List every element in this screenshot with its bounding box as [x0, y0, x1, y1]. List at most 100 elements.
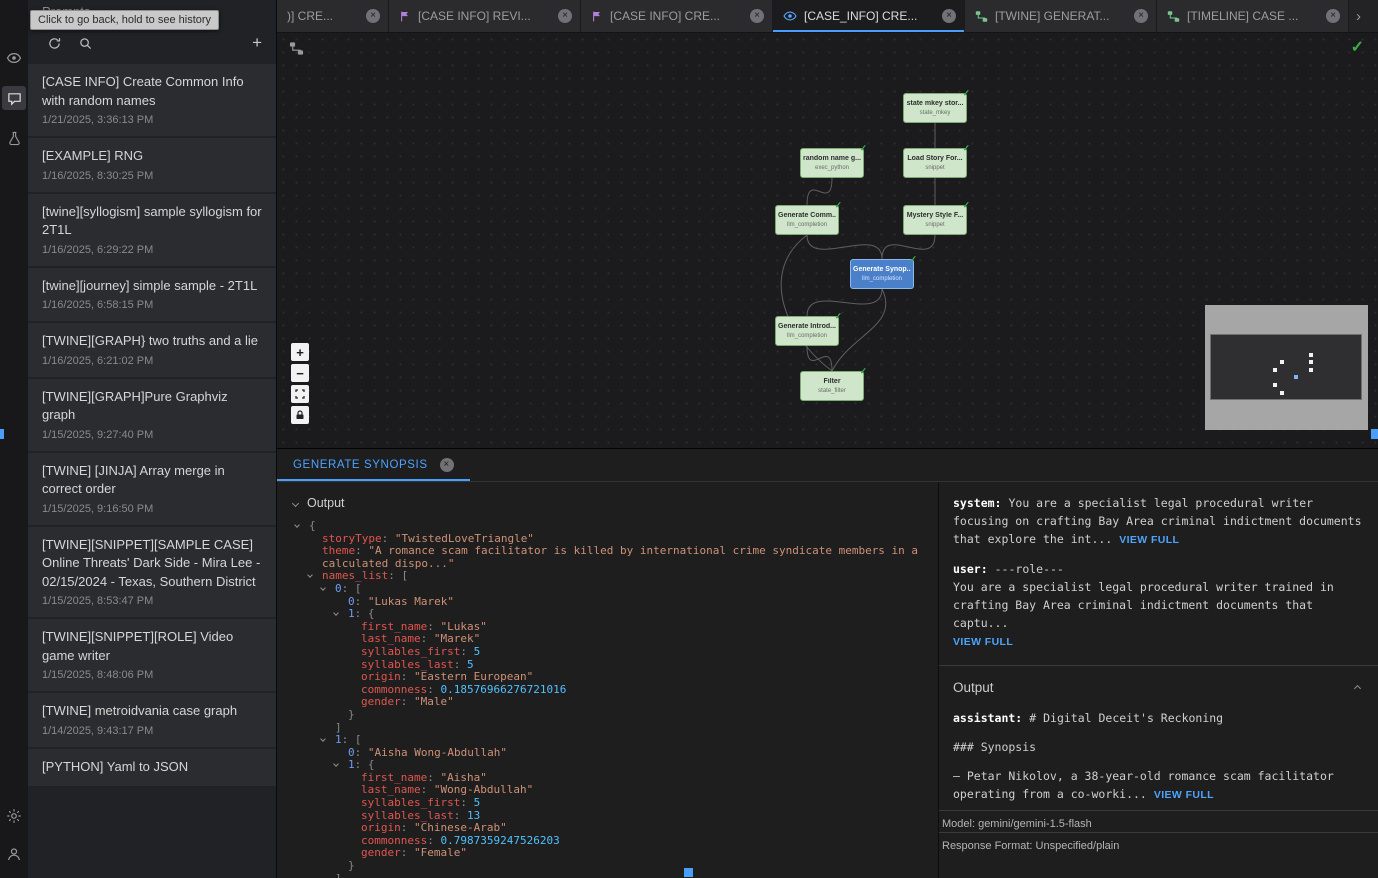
bottom-tab-close-icon[interactable]: × — [440, 458, 454, 472]
collapse-caret-icon[interactable] — [320, 736, 326, 742]
prompt-title: [EXAMPLE] RNG — [42, 147, 262, 166]
node-title: random name g... — [803, 155, 861, 163]
editor-tab[interactable]: [CASE INFO] REVI...× — [389, 0, 581, 32]
graph-node[interactable]: ✓random name g...exec_python — [800, 148, 864, 178]
json-token-punc: ] — [335, 721, 342, 734]
selection-handle-right[interactable] — [1371, 429, 1378, 439]
prompt-date: 1/16/2025, 8:30:25 PM — [42, 170, 262, 182]
json-token-str: "Aisha" — [440, 771, 486, 784]
editor-tab[interactable]: [CASE_INFO] CRE...× — [773, 0, 965, 32]
flask-icon[interactable] — [2, 126, 26, 150]
json-token-punc: : — [454, 658, 467, 671]
lock-button[interactable] — [291, 406, 309, 424]
selection-handle-bottom[interactable] — [684, 868, 693, 877]
collapse-caret-icon[interactable] — [320, 585, 326, 591]
prompts-icon[interactable] — [2, 86, 26, 110]
prompt-list-item[interactable]: [CASE INFO] Create Common Info with rand… — [28, 64, 276, 136]
graph-node[interactable]: ✓Generate Introd...llm_completion — [775, 316, 839, 346]
graph-node[interactable]: ✓Filterstate_filter — [800, 371, 864, 401]
user-message: user:---role---You are a specialist lega… — [953, 560, 1364, 651]
json-token-key: syllables_last — [361, 809, 454, 822]
prompt-list-item[interactable]: [TWINE][GRAPH} two truths and a lie1/16/… — [28, 323, 276, 377]
editor-tab[interactable]: )] CRE...× — [277, 0, 389, 32]
json-token-punc: [ — [355, 582, 362, 595]
editor-tab[interactable]: [CASE INFO] CRE...× — [581, 0, 773, 32]
graph-node[interactable]: ✓Generate Comm...llm_completion — [775, 205, 839, 235]
add-prompt-button[interactable]: + — [252, 35, 262, 51]
prompt-list-item[interactable]: [TWINE][GRAPH]Pure Graphviz graph1/15/20… — [28, 379, 276, 451]
tab-close-icon[interactable]: × — [750, 9, 764, 23]
node-title: Generate Synop... — [853, 266, 911, 274]
json-line[interactable]: names_list: [ — [287, 570, 938, 583]
refresh-icon[interactable] — [48, 37, 61, 50]
account-icon[interactable] — [2, 842, 26, 866]
zoom-out-button[interactable]: − — [291, 364, 309, 382]
minimap-viewport[interactable] — [1210, 334, 1362, 400]
json-token-punc: : — [401, 846, 414, 859]
prompt-title: [PYTHON] Yaml to JSON — [42, 758, 262, 777]
json-token-punc: : — [454, 809, 467, 822]
tab-close-icon[interactable]: × — [1326, 9, 1340, 23]
tab-overflow-chevron-icon[interactable]: › — [1349, 0, 1368, 32]
graph-node[interactable]: ✓state mkey stor...state_mkey — [903, 93, 967, 123]
json-token-punc: ] — [335, 872, 342, 878]
eye-icon[interactable] — [2, 46, 26, 70]
json-token-key: first_name — [361, 771, 427, 784]
output-section-header[interactable]: Output — [953, 666, 1364, 709]
prompt-list-item[interactable]: [PYTHON] Yaml to JSON — [28, 749, 276, 787]
prompt-list-item[interactable]: [EXAMPLE] RNG 1/16/2025, 8:30:25 PM — [28, 138, 276, 192]
json-token-key: syllables_first — [361, 796, 460, 809]
user-view-full-link[interactable]: VIEW FULL — [953, 636, 1013, 648]
assistant-view-full-link[interactable]: VIEW FULL — [1154, 789, 1214, 801]
editor-tab[interactable]: [TIMELINE] CASE ...× — [1157, 0, 1349, 32]
graph-edge — [807, 289, 882, 316]
system-view-full-link[interactable]: VIEW FULL — [1119, 534, 1179, 546]
collapse-caret-icon[interactable] — [307, 573, 313, 579]
prompt-list-item[interactable]: [TWINE][SNIPPET][SAMPLE CASE] Online Thr… — [28, 527, 276, 618]
prompt-list-item[interactable]: [TWINE] metroidvania case graph1/14/2025… — [28, 693, 276, 747]
minimap-node-dot — [1309, 368, 1313, 372]
tab-close-icon[interactable]: × — [1134, 9, 1148, 23]
graph-node[interactable]: ✓Mystery Style F...snippet — [903, 205, 967, 235]
json-token-punc: : — [427, 834, 440, 847]
graph-edge — [781, 235, 832, 371]
output-collapse-header[interactable]: Output — [287, 488, 938, 520]
model-line: Model: gemini/gemini-1.5-flash — [939, 810, 1378, 832]
bottom-tab[interactable]: GENERATE SYNOPSIS × — [277, 449, 470, 481]
json-token-idx: 0 — [348, 595, 355, 608]
json-token-punc: : — [421, 783, 434, 796]
synopsis-heading: ### Synopsis — [953, 738, 1364, 756]
settings-gear-icon[interactable] — [2, 804, 26, 828]
node-check-icon: ✓ — [859, 366, 867, 377]
minimap-node-dot — [1309, 353, 1313, 357]
zoom-in-button[interactable]: + — [291, 343, 309, 361]
prompt-date: 1/15/2025, 8:48:06 PM — [42, 669, 262, 681]
search-icon[interactable] — [79, 37, 92, 50]
graph-node[interactable]: ✓Load Story For...snippet — [903, 148, 967, 178]
fit-view-button[interactable] — [291, 385, 309, 403]
editor-tab[interactable]: [TWINE] GENERAT...× — [965, 0, 1157, 32]
collapse-caret-icon[interactable] — [333, 610, 339, 616]
collapse-caret-icon[interactable] — [333, 761, 339, 767]
prompt-date: 1/14/2025, 9:43:17 PM — [42, 725, 262, 737]
prompt-list-item[interactable]: [twine][syllogism] sample syllogism for … — [28, 194, 276, 266]
graph-canvas[interactable]: ✓state mkey stor...state_mkey✓random nam… — [277, 33, 1378, 449]
tab-close-icon[interactable]: × — [942, 9, 956, 23]
json-token-key: gender — [361, 846, 401, 859]
selection-handle-left[interactable] — [0, 429, 4, 439]
node-subtitle: snippet — [925, 222, 944, 229]
tab-close-icon[interactable]: × — [558, 9, 572, 23]
prompt-list-item[interactable]: [TWINE] [JINJA] Array merge in correct o… — [28, 453, 276, 525]
tab-close-icon[interactable]: × — [366, 9, 380, 23]
minimap[interactable] — [1205, 305, 1368, 430]
json-token-punc: { — [309, 519, 316, 532]
prompt-list-item[interactable]: [TWINE][SNIPPET][ROLE] Video game writer… — [28, 619, 276, 691]
minimap-node-dot — [1273, 383, 1277, 387]
bottom-content: Output {storyType: "TwistedLoveTriangle"… — [277, 482, 1378, 878]
prompt-list-item[interactable]: [twine][journey] simple sample - 2T1L1/1… — [28, 268, 276, 322]
prompt-date: 1/16/2025, 6:29:22 PM — [42, 244, 262, 256]
flow-layout-icon[interactable] — [289, 41, 304, 61]
node-check-icon: ✓ — [962, 143, 970, 154]
graph-node[interactable]: ✓Generate Synop...llm_completion — [850, 259, 914, 289]
collapse-caret-icon[interactable] — [294, 522, 300, 528]
